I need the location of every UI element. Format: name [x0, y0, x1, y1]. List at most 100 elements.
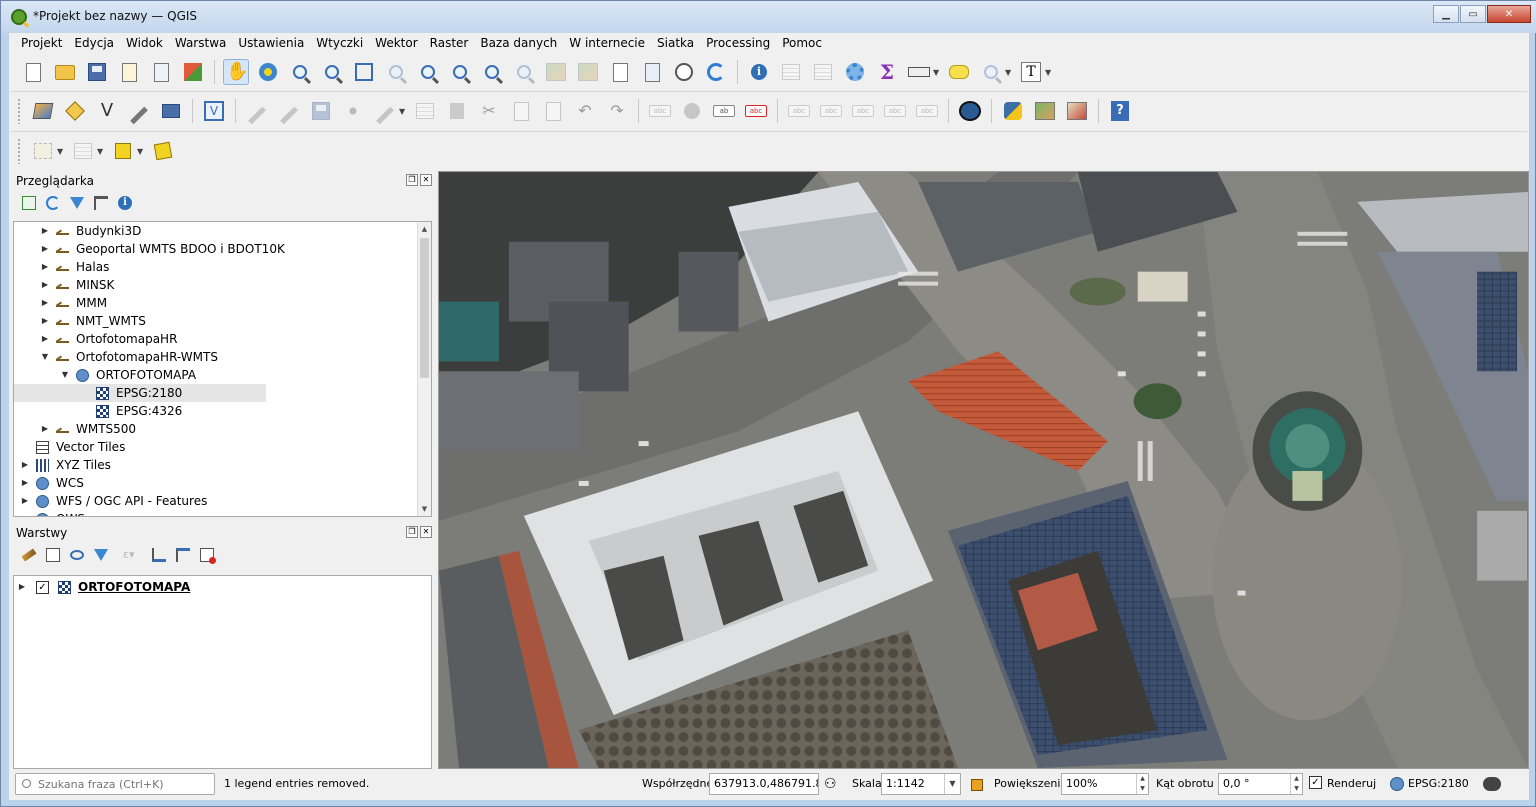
new-shapefile-layer-button[interactable]: V — [94, 98, 120, 124]
vertex-tool-button[interactable] — [372, 98, 398, 124]
scale-dropdown-arrow-icon[interactable]: ▼ — [944, 774, 960, 794]
layer-visibility-checkbox[interactable]: ✓ — [36, 581, 49, 594]
locator-search-input[interactable] — [38, 776, 208, 792]
browser-refresh-button[interactable] — [44, 194, 62, 212]
data-source-manager-button[interactable] — [30, 98, 56, 124]
layer-row-ortofotomapa[interactable]: ▶ ✓ ORTOFOTOMAPA — [14, 578, 431, 596]
plugin-map-image-button[interactable] — [1032, 98, 1058, 124]
show-hide-labels-button[interactable]: abc — [818, 98, 844, 124]
render-checkbox[interactable]: ✓ — [1309, 776, 1322, 789]
plugin-map-image-2-button[interactable] — [1064, 98, 1090, 124]
new-temporary-layer-button[interactable] — [126, 98, 152, 124]
menu-pomoc[interactable]: Pomoc — [776, 33, 828, 53]
move-label-button[interactable]: abc — [850, 98, 876, 124]
identify-features-button[interactable]: i — [746, 59, 772, 85]
zoom-to-selection-button[interactable] — [383, 59, 409, 85]
filter-legend-button[interactable] — [92, 546, 110, 564]
menu-baza-danych[interactable]: Baza danych — [474, 33, 563, 53]
map-tips-button[interactable] — [946, 59, 972, 85]
select-features-button[interactable] — [30, 138, 56, 164]
close-button[interactable]: ✕ — [1487, 5, 1531, 23]
rotation-spinbox[interactable]: 0,0 ° ▲ ▼ — [1218, 773, 1303, 795]
zoom-last-button[interactable] — [479, 59, 505, 85]
show-bookmarks-button[interactable] — [639, 59, 665, 85]
menu-edycja[interactable]: Edycja — [68, 33, 120, 53]
layer-styling-button[interactable] — [20, 546, 38, 564]
refresh-button[interactable] — [703, 59, 729, 85]
maximize-button[interactable]: ▭ — [1460, 5, 1486, 23]
save-project-button[interactable] — [84, 59, 110, 85]
new-mesh-layer-button[interactable]: V — [201, 98, 227, 124]
layout-manager-button[interactable] — [148, 59, 174, 85]
toolbox-button[interactable] — [842, 59, 868, 85]
zoom-in-button[interactable] — [287, 59, 313, 85]
browser-item[interactable]: EPSG:2180 — [14, 384, 266, 402]
expand-arrow-icon[interactable]: ▶ — [40, 312, 50, 330]
browser-item[interactable]: EPSG:4326 — [14, 402, 431, 420]
expand-arrow-icon[interactable]: ▶ — [40, 294, 50, 312]
select-by-value-button[interactable] — [70, 138, 96, 164]
zoom-next-button[interactable] — [511, 59, 537, 85]
new-print-layout-button[interactable] — [116, 59, 142, 85]
text-annotation-button[interactable]: T — [1018, 59, 1044, 85]
browser-close-button[interactable]: ✕ — [420, 174, 432, 186]
magnifier-spin-arrows-icon[interactable]: ▲ ▼ — [1136, 774, 1148, 794]
new-3d-map-view-button[interactable] — [575, 59, 601, 85]
cut-features-button[interactable]: ✂ — [476, 98, 502, 124]
collapse-arrow-icon[interactable]: ▼ — [40, 348, 50, 366]
undo-button[interactable]: ↶ — [572, 98, 598, 124]
expand-arrow-icon[interactable]: ▶ — [20, 510, 30, 516]
browser-item[interactable]: Vector Tiles — [14, 438, 431, 456]
layer-expand-arrow-icon[interactable]: ▶ — [17, 578, 27, 596]
paste-features-button[interactable] — [540, 98, 566, 124]
open-attribute-table-button[interactable] — [778, 59, 804, 85]
style-manager-button[interactable] — [180, 59, 206, 85]
browser-tree[interactable]: ▶ Budynki3D ▶ Geoportal WMTS BDOO i BDOT10K… — [13, 221, 432, 517]
browser-scrollbar[interactable]: ▲ ▼ — [417, 222, 431, 516]
expand-arrow-icon[interactable]: ▶ — [20, 474, 30, 492]
layer-labeling-button[interactable]: abc — [647, 98, 673, 124]
modify-attributes-button[interactable] — [412, 98, 438, 124]
highlight-pinned-labels-button[interactable]: ab — [711, 98, 737, 124]
browser-item[interactable]: ▶ NMT_WMTS — [14, 312, 431, 330]
browser-item[interactable]: ▶ XYZ Tiles — [14, 456, 431, 474]
browser-item[interactable]: ▶ WMTS500 — [14, 420, 431, 438]
layout-dropdown-arrow[interactable]: ▼ — [1005, 68, 1013, 77]
browser-item[interactable]: ▶ Budynki3D — [14, 222, 431, 240]
zoom-to-layer-button[interactable] — [415, 59, 441, 85]
browser-item[interactable]: ▶ Halas — [14, 258, 431, 276]
save-layer-edits-button[interactable] — [308, 98, 334, 124]
expand-arrow-icon[interactable]: ▶ — [40, 420, 50, 438]
browser-properties-button[interactable]: i — [116, 194, 134, 212]
scale-combobox[interactable]: 1:1142 ▼ — [881, 773, 961, 795]
vertex-dropdown-arrow[interactable]: ▼ — [399, 107, 407, 116]
change-label-button[interactable]: abc — [914, 98, 940, 124]
browser-item[interactable]: ▶ Geoportal WMTS BDOO i BDOT10K — [14, 240, 431, 258]
menu-warstwa[interactable]: Warstwa — [169, 33, 233, 53]
select-dropdown-arrow[interactable]: ▼ — [57, 147, 65, 156]
redo-button[interactable]: ↷ — [604, 98, 630, 124]
annotation-dropdown-arrow[interactable]: ▼ — [1045, 68, 1053, 77]
title-bar[interactable]: *Projekt bez nazwy — QGIS ▁ ▭ ✕ — [1, 1, 1536, 33]
python-console-button[interactable] — [1000, 98, 1026, 124]
new-geopackage-layer-button[interactable] — [62, 98, 88, 124]
magnifier-spinbox[interactable]: 100% ▲ ▼ — [1061, 773, 1149, 795]
browser-add-selected-button[interactable] — [20, 194, 38, 212]
collapse-all-button[interactable] — [174, 546, 192, 564]
browser-item[interactable]: ▶ MMM — [14, 294, 431, 312]
expand-all-button[interactable] — [150, 546, 168, 564]
new-virtual-layer-button[interactable] — [158, 98, 184, 124]
scroll-thumb[interactable] — [420, 238, 429, 378]
crs-label[interactable]: EPSG:2180 — [1408, 777, 1469, 790]
show-layout-button[interactable] — [978, 59, 1004, 85]
menu-processing[interactable]: Processing — [700, 33, 776, 53]
menu-projekt[interactable]: Projekt — [15, 33, 68, 53]
layers-float-button[interactable]: ❐ — [406, 526, 418, 538]
expand-arrow-icon[interactable]: ▶ — [40, 258, 50, 276]
current-edits-button[interactable] — [244, 98, 270, 124]
copy-features-button[interactable] — [508, 98, 534, 124]
expand-arrow-icon[interactable]: ▶ — [20, 456, 30, 474]
browser-item[interactable]: ▼ ORTOFOTOMAPA — [14, 366, 431, 384]
new-map-view-button[interactable] — [543, 59, 569, 85]
layers-tree[interactable]: ▶ ✓ ORTOFOTOMAPA — [13, 575, 432, 769]
